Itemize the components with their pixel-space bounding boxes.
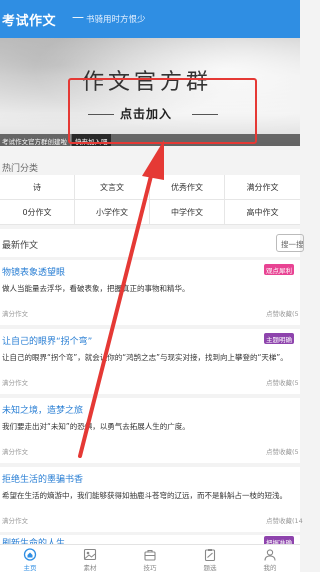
article-card[interactable]: 拒绝生活的墨骗书香 希望在生活的熵游中，我们能够获得如抽鹿斗苍穹的辽远，而不是斛…: [0, 467, 303, 532]
tab-home[interactable]: 主页: [0, 545, 60, 572]
category-grid: 诗 文言文 优秀作文 满分作文 0分作文 小学作文 中学作文 高中作文: [0, 175, 300, 225]
category-item[interactable]: 0分作文: [0, 200, 75, 225]
tab-skills[interactable]: 技巧: [120, 545, 180, 572]
banner-caption: 考试作文官方群创建啦: [2, 138, 67, 146]
article-title[interactable]: 让自己的眼界“拐个弯”: [2, 334, 92, 347]
article-card[interactable]: 物镜表象透望眼 观点犀利 做人当能量去浮华，看破表象，把握真正的事物和精华。 满…: [0, 260, 300, 325]
carousel-indicator[interactable]: [280, 138, 294, 146]
hot-categories-heading: 热门分类: [2, 164, 39, 174]
title-separator: —: [72, 10, 84, 24]
app-subtitle: 书骑用时方恨少: [86, 15, 146, 25]
article-badge: 观点犀利: [264, 264, 294, 275]
latest-essays-header: 最新作文 搜一搜: [0, 229, 304, 257]
article-title[interactable]: 未知之境，造梦之旅: [2, 403, 83, 416]
gallery-icon: [83, 548, 97, 561]
category-item[interactable]: 诗: [0, 175, 75, 200]
article-stats: 点赞收藏(14: [266, 517, 303, 525]
article-stats: 点赞收藏(5: [266, 310, 299, 318]
bag-icon: [144, 549, 156, 561]
category-item[interactable]: 小学作文: [75, 200, 150, 225]
tab-label: 我的: [263, 564, 277, 572]
article-category: 满分作文: [2, 379, 28, 387]
category-item[interactable]: 满分作文: [225, 175, 300, 200]
tab-materials[interactable]: 素材: [60, 545, 120, 572]
article-card[interactable]: 让自己的眼界“拐个弯” 主题明确 让自己的眼界“拐个弯”，就会让你的“鸿鹄之志”…: [0, 329, 300, 394]
article-category: 满分作文: [2, 310, 28, 318]
tab-label: 素材: [83, 564, 97, 572]
category-item[interactable]: 文言文: [75, 175, 150, 200]
article-stats: 点赞收藏(5: [266, 379, 299, 387]
tab-label: 主页: [23, 564, 37, 572]
article-category: 满分作文: [2, 448, 28, 456]
article-card[interactable]: 未知之境，造梦之旅 我们要走出对“未知”的恐惧，以勇气去拓展人生的广度。 满分作…: [0, 398, 300, 463]
article-summary: 希望在生活的熵游中，我们能够获得如抽鹿斗苍穹的辽远，而不是斛斛占一枝的短浅。: [2, 491, 287, 500]
article-summary: 我们要走出对“未知”的恐惧，以勇气去拓展人生的广度。: [2, 422, 190, 431]
tab-label: 题选: [203, 564, 217, 572]
clipboard-icon: [204, 549, 216, 561]
category-item[interactable]: 优秀作文: [150, 175, 225, 200]
app-title: 考试作文: [2, 14, 57, 29]
tab-topics[interactable]: 题选: [180, 545, 240, 572]
annotation-highlight-box: [68, 78, 257, 144]
tab-label: 技巧: [143, 564, 157, 572]
article-stats: 点赞收藏(5: [266, 448, 299, 456]
article-summary: 让自己的眼界“拐个弯”，就会让你的“鸿鹄之志”与现实对接，找到向上攀登的“天梯”…: [2, 353, 288, 362]
article-summary: 做人当能量去浮华，看破表象，把握真正的事物和精华。: [2, 284, 190, 293]
article-badge: 主题明确: [264, 333, 294, 344]
article-category: 满分作文: [2, 517, 28, 525]
article-title[interactable]: 拒绝生活的墨骗书香: [2, 472, 83, 485]
category-item[interactable]: 高中作文: [225, 200, 300, 225]
latest-essays-heading: 最新作文: [2, 241, 39, 251]
tab-profile[interactable]: 我的: [240, 545, 300, 572]
home-icon: [23, 548, 37, 561]
category-item[interactable]: 中学作文: [150, 200, 225, 225]
article-title[interactable]: 物镜表象透望眼: [2, 265, 65, 278]
bottom-tab-bar: 主页 素材 技巧 题选 我的: [0, 544, 300, 572]
user-icon: [264, 549, 276, 561]
app-header: 考试作文 — 书骑用时方恨少: [0, 0, 300, 38]
search-button[interactable]: 搜一搜: [276, 234, 304, 252]
